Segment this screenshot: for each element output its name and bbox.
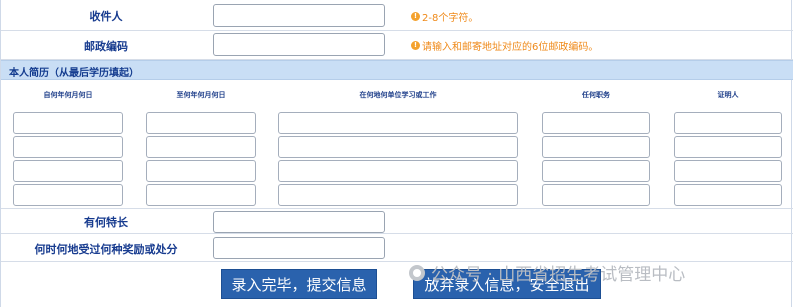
- col-header-to-date: 至何年何月何日: [176, 91, 226, 99]
- to-date-input[interactable]: [146, 112, 256, 134]
- postal-code-input[interactable]: [213, 33, 385, 56]
- recipient-input[interactable]: [213, 4, 385, 27]
- wechat-icon: [409, 264, 425, 281]
- witness-input[interactable]: [674, 184, 782, 206]
- position-input[interactable]: [542, 184, 650, 206]
- from-date-input[interactable]: [13, 136, 123, 158]
- col-header-witness: 证明人: [717, 91, 739, 99]
- col-header-from-date: 自何年何月何日: [43, 91, 93, 99]
- registration-form: 收件人 ! 2-8个字符。 邮政编码 ! 请输入和邮寄地址对应的6位邮政编码。 …: [0, 0, 793, 307]
- to-date-input[interactable]: [146, 184, 256, 206]
- from-date-input[interactable]: [13, 160, 123, 182]
- position-input[interactable]: [542, 136, 650, 158]
- place-input[interactable]: [278, 160, 518, 182]
- watermark-text: 公众号 · 山西省招生考试管理中心: [431, 265, 686, 285]
- recipient-label: 收件人: [89, 10, 123, 23]
- from-date-input[interactable]: [13, 112, 123, 134]
- rewards-label: 何时何地受过何种奖励或处分: [34, 243, 178, 256]
- from-date-input[interactable]: [13, 184, 123, 206]
- col-header-position: 任何职务: [582, 91, 610, 99]
- submit-button[interactable]: 录入完毕，提交信息: [221, 269, 377, 299]
- rewards-input[interactable]: [213, 237, 385, 259]
- position-input[interactable]: [542, 112, 650, 134]
- witness-input[interactable]: [674, 136, 782, 158]
- specialty-label: 有何特长: [84, 216, 128, 229]
- specialty-row: 有何特长: [1, 208, 793, 234]
- postal-row: 邮政编码 ! 请输入和邮寄地址对应的6位邮政编码。: [1, 31, 793, 60]
- info-icon: !: [411, 41, 420, 50]
- postal-hint-text: 请输入和邮寄地址对应的6位邮政编码。: [422, 42, 599, 53]
- resume-section-title: 本人简历（从最后学历填起）: [9, 68, 139, 79]
- specialty-input[interactable]: [213, 211, 385, 233]
- witness-input[interactable]: [674, 160, 782, 182]
- witness-input[interactable]: [674, 112, 782, 134]
- watermark: 公众号 · 山西省招生考试管理中心: [409, 260, 685, 285]
- postal-hint: ! 请输入和邮寄地址对应的6位邮政编码。: [411, 38, 598, 53]
- resume-section-bar: 本人简历（从最后学历填起）: [1, 60, 793, 80]
- place-input[interactable]: [278, 184, 518, 206]
- col-header-place: 在何地何单位学习或工作: [359, 91, 437, 99]
- to-date-input[interactable]: [146, 160, 256, 182]
- info-icon: !: [411, 12, 420, 21]
- postal-label: 邮政编码: [84, 40, 128, 53]
- recipient-hint: ! 2-8个字符。: [411, 9, 478, 24]
- position-input[interactable]: [542, 160, 650, 182]
- recipient-row: 收件人 ! 2-8个字符。: [1, 0, 793, 31]
- place-input[interactable]: [278, 136, 518, 158]
- rewards-row: 何时何地受过何种奖励或处分: [1, 234, 793, 262]
- place-input[interactable]: [278, 112, 518, 134]
- recipient-hint-text: 2-8个字符。: [422, 13, 479, 24]
- to-date-input[interactable]: [146, 136, 256, 158]
